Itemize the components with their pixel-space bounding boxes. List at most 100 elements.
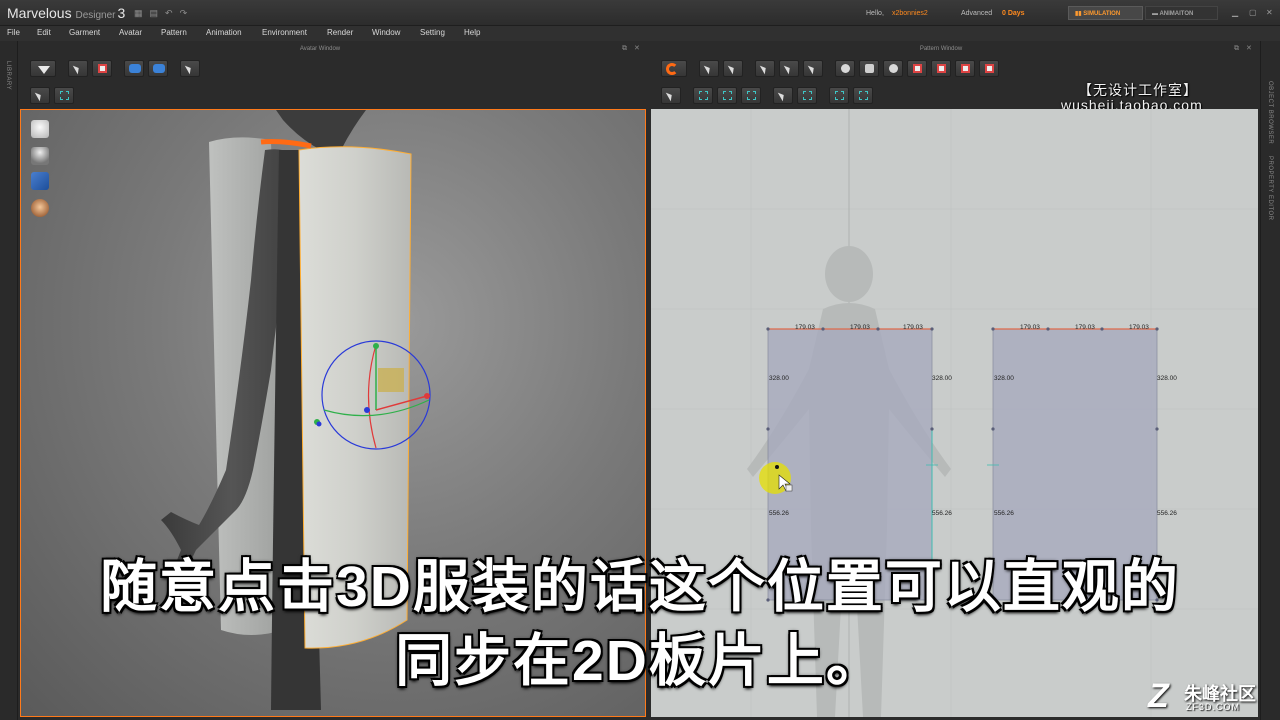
pattern-window-close-icon[interactable]: ✕ xyxy=(1246,44,1252,54)
quick-access-toolbar: ▦ ▤ ↶ ↷ xyxy=(134,8,187,18)
texture-edit-button[interactable] xyxy=(797,86,817,104)
rectangle-icon xyxy=(865,63,874,73)
select-all-button[interactable] xyxy=(54,86,74,104)
open-icon[interactable]: ▤ xyxy=(150,8,159,18)
edit-point-icon xyxy=(727,63,737,74)
marvelous-designer-app: Marvelous Designer 3 ▦ ▤ ↶ ↷ Hello, x2bon… xyxy=(0,0,1280,720)
subtitle-line-1: 随意点击3D服装的话这个位置可以直观的 xyxy=(100,555,1180,619)
menu-avatar[interactable]: Avatar xyxy=(119,28,142,37)
front-top-length-2: 179.03 xyxy=(850,324,870,331)
menu-garment[interactable]: Garment xyxy=(69,28,100,37)
username[interactable]: x2bonnies2 xyxy=(892,10,928,17)
redo-icon[interactable]: ↷ xyxy=(180,8,188,18)
front-right-length: 328.00 xyxy=(932,375,952,382)
save-icon[interactable]: ▦ xyxy=(134,8,143,18)
subtitle-line-2: 同步在2D板片上。 xyxy=(395,629,885,693)
select-mesh-button[interactable] xyxy=(92,59,112,77)
fold-icon xyxy=(129,63,141,73)
measure-button[interactable] xyxy=(180,59,200,77)
tack-icon xyxy=(747,90,756,100)
internal-circle-icon xyxy=(961,63,970,73)
back-left-lower-length: 556.26 xyxy=(994,510,1014,517)
rectangle-button[interactable] xyxy=(859,59,879,77)
front-left-length: 328.00 xyxy=(769,375,789,382)
internal-polygon-button[interactable] xyxy=(907,59,927,77)
object-browser-label[interactable]: OBJECT BROWSER xyxy=(1267,81,1273,144)
arrange-down-button[interactable] xyxy=(30,59,56,77)
fold-arrange-icon xyxy=(153,63,165,73)
undo-icon[interactable]: ↶ xyxy=(165,8,173,18)
back-left-length: 328.00 xyxy=(994,375,1014,382)
app-name: Marvelous xyxy=(7,5,72,21)
curve-point-icon xyxy=(807,63,817,74)
menu-window[interactable]: Window xyxy=(372,28,400,37)
texture-select-button[interactable] xyxy=(773,86,793,104)
back-right-lower-length: 556.26 xyxy=(1157,510,1177,517)
circle-icon xyxy=(889,63,898,73)
curve-icon xyxy=(759,63,769,74)
app-version: 3 xyxy=(117,5,126,21)
select-all-icon xyxy=(60,90,69,100)
fabric-button[interactable] xyxy=(829,86,849,104)
logo-mark: Z xyxy=(1148,677,1169,715)
add-point-button[interactable] xyxy=(779,59,799,77)
menu-edit[interactable]: Edit xyxy=(37,28,51,37)
menu-help[interactable]: Help xyxy=(464,28,480,37)
curve-point-button[interactable] xyxy=(803,59,823,77)
fold-arrange-button[interactable] xyxy=(148,59,168,77)
texture-select-icon xyxy=(777,90,787,101)
transform-pattern-button[interactable] xyxy=(699,59,719,77)
pattern-window-restore-icon[interactable]: ⧉ xyxy=(1234,44,1239,54)
polygon-button[interactable] xyxy=(835,59,855,77)
logo-site: ZF3D.COM xyxy=(1186,702,1240,712)
fabric-2-button[interactable] xyxy=(853,86,873,104)
menu-setting[interactable]: Setting xyxy=(420,28,445,37)
pattern-toolbar xyxy=(661,58,999,78)
dart-button[interactable] xyxy=(979,59,999,77)
library-label[interactable]: LIBRARY xyxy=(5,61,11,90)
menu-pattern[interactable]: Pattern xyxy=(161,28,187,37)
free-sewing-button[interactable] xyxy=(717,86,737,104)
avatar-window-restore-icon[interactable]: ⧉ xyxy=(622,44,627,54)
seam-button[interactable] xyxy=(661,86,681,104)
close-icon[interactable]: ✕ xyxy=(1266,9,1273,17)
app-sub: Designer xyxy=(75,10,116,21)
add-point-icon xyxy=(783,63,793,74)
animation-label: ANIMAITON xyxy=(1159,11,1194,17)
texture-edit-icon xyxy=(803,90,812,100)
maximize-icon[interactable]: ▢ xyxy=(1249,9,1257,17)
pin-select-icon xyxy=(98,63,107,73)
simulation-mode-tab[interactable]: ▮▮ SIMULATION xyxy=(1068,6,1143,20)
fabric-icon xyxy=(835,90,844,100)
select-move-button[interactable] xyxy=(68,59,88,77)
fold-button[interactable] xyxy=(124,59,144,77)
pattern-toolbar-2 xyxy=(661,85,873,105)
fabric-2-icon xyxy=(859,90,868,100)
menu-render[interactable]: Render xyxy=(327,28,353,37)
avatar-window-close-icon[interactable]: ✕ xyxy=(634,44,640,54)
avatar-toolbar-2 xyxy=(30,85,74,105)
property-editor-label[interactable]: PROPERTY EDITOR xyxy=(1267,156,1273,221)
pointer-badge-icon xyxy=(785,484,793,492)
select-pattern-button[interactable] xyxy=(30,86,50,104)
edit-curvature-button[interactable] xyxy=(755,59,775,77)
minimize-icon[interactable]: ▁ xyxy=(1232,9,1238,17)
front-top-length-1: 179.03 xyxy=(795,324,815,331)
animation-mode-tab[interactable]: ▬ ANIMAITON xyxy=(1145,6,1218,20)
simulation-label: SIMULATION xyxy=(1083,11,1121,17)
internal-circle-button[interactable] xyxy=(955,59,975,77)
menu-animation[interactable]: Animation xyxy=(206,28,242,37)
menu-file[interactable]: File xyxy=(7,28,20,37)
circle-button[interactable] xyxy=(883,59,903,77)
hello-label: Hello, xyxy=(866,10,884,17)
edit-pattern-button[interactable] xyxy=(723,59,743,77)
segment-sewing-button[interactable] xyxy=(693,86,713,104)
segment-sewing-icon xyxy=(699,90,708,100)
simulate-button[interactable] xyxy=(661,59,687,77)
seam-icon xyxy=(665,90,675,101)
front-left-lower-length: 556.26 xyxy=(769,510,789,517)
menu-environment[interactable]: Environment xyxy=(262,28,307,37)
internal-rectangle-button[interactable] xyxy=(931,59,951,77)
tack-button[interactable] xyxy=(741,86,761,104)
down-arrow-icon xyxy=(38,65,50,74)
